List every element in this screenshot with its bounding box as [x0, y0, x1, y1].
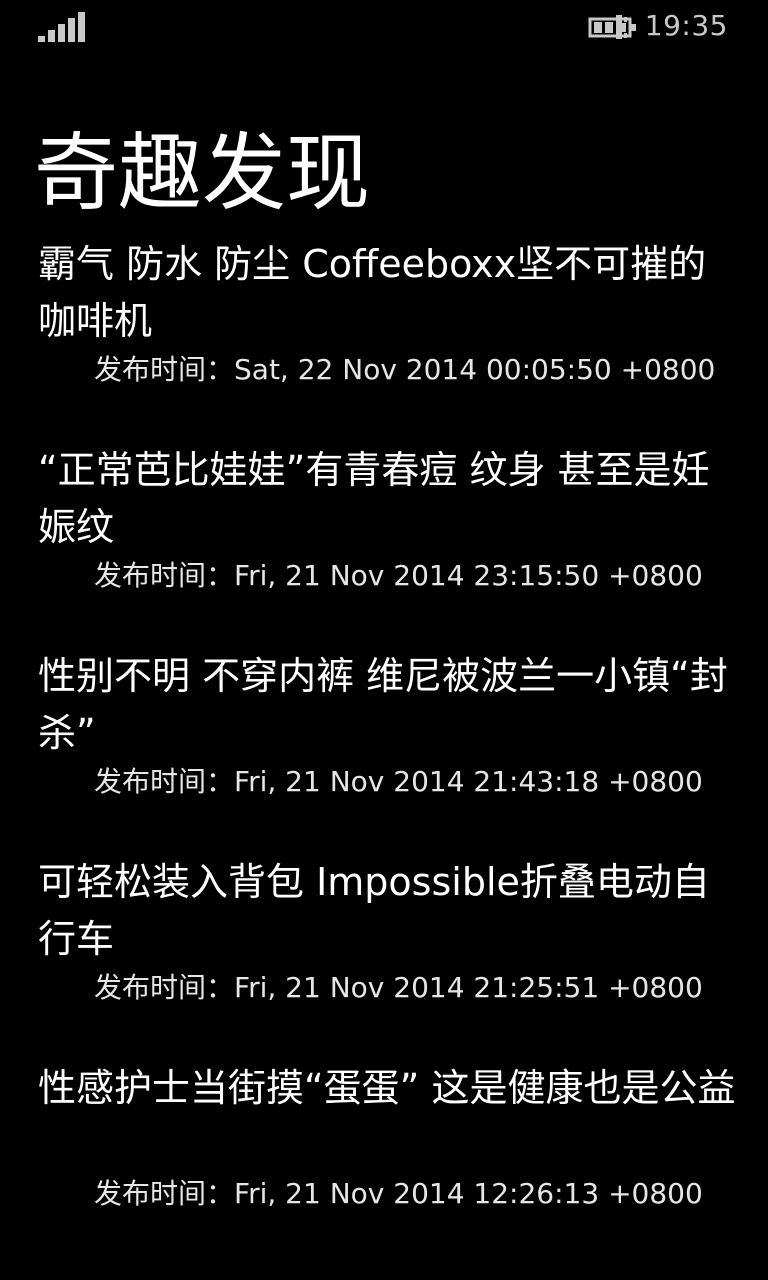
date-value: Fri, 21 Nov 2014 23:15:50 +0800	[234, 559, 703, 592]
article-title[interactable]: “正常芭比娃娃”有青春痘 纹身 甚至是妊娠纹	[38, 442, 738, 556]
article-date: 发布时间：Fri, 21 Nov 2014 12:26:13 +0800	[38, 1174, 738, 1214]
article-item[interactable]: 可轻松装入背包 Impossible折叠电动自行车 发布时间：Fri, 21 N…	[38, 854, 738, 1060]
article-item[interactable]: “正常芭比娃娃”有青春痘 纹身 甚至是妊娠纹 发布时间：Fri, 21 Nov …	[38, 442, 738, 648]
date-label: 发布时间：	[94, 559, 235, 592]
date-label: 发布时间：	[94, 353, 235, 386]
article-item[interactable]: 性别不明 不穿内裤 维尼被波兰一小镇“封杀” 发布时间：Fri, 21 Nov …	[38, 648, 738, 854]
article-title[interactable]: 霸气 防水 防尘 Coffeeboxx坚不可摧的咖啡机	[38, 236, 738, 350]
article-title[interactable]: 性别不明 不穿内裤 维尼被波兰一小镇“封杀”	[38, 648, 738, 762]
article-date: 发布时间：Fri, 21 Nov 2014 21:43:18 +0800	[38, 762, 738, 802]
status-bar: 19:35	[0, 0, 768, 56]
article-date: 发布时间：Fri, 21 Nov 2014 23:15:50 +0800	[38, 556, 738, 596]
date-label: 发布时间：	[94, 765, 235, 798]
article-title[interactable]: 性感护士当街摸“蛋蛋” 这是健康也是公益	[38, 1060, 738, 1174]
page-title: 奇趣发现	[34, 124, 371, 222]
signal-strength-icon	[38, 12, 85, 42]
article-title[interactable]: 可轻松装入背包 Impossible折叠电动自行车	[38, 854, 738, 968]
article-item[interactable]: 性感护士当街摸“蛋蛋” 这是健康也是公益 发布时间：Fri, 21 Nov 20…	[38, 1060, 738, 1266]
date-value: Sat, 22 Nov 2014 00:05:50 +0800	[234, 353, 716, 386]
article-item[interactable]: 霸气 防水 防尘 Coffeeboxx坚不可摧的咖啡机 发布时间：Sat, 22…	[38, 236, 738, 442]
article-list: 霸气 防水 防尘 Coffeeboxx坚不可摧的咖啡机 发布时间：Sat, 22…	[38, 236, 738, 1266]
article-date: 发布时间：Sat, 22 Nov 2014 00:05:50 +0800	[38, 350, 738, 390]
date-value: Fri, 21 Nov 2014 12:26:13 +0800	[234, 1177, 703, 1210]
status-clock: 19:35	[644, 9, 728, 42]
date-value: Fri, 21 Nov 2014 21:25:51 +0800	[234, 971, 703, 1004]
date-label: 发布时间：	[94, 1177, 235, 1210]
date-value: Fri, 21 Nov 2014 21:43:18 +0800	[234, 765, 703, 798]
battery-charging-icon	[588, 15, 636, 39]
article-date: 发布时间：Fri, 21 Nov 2014 21:25:51 +0800	[38, 968, 738, 1008]
date-label: 发布时间：	[94, 971, 235, 1004]
